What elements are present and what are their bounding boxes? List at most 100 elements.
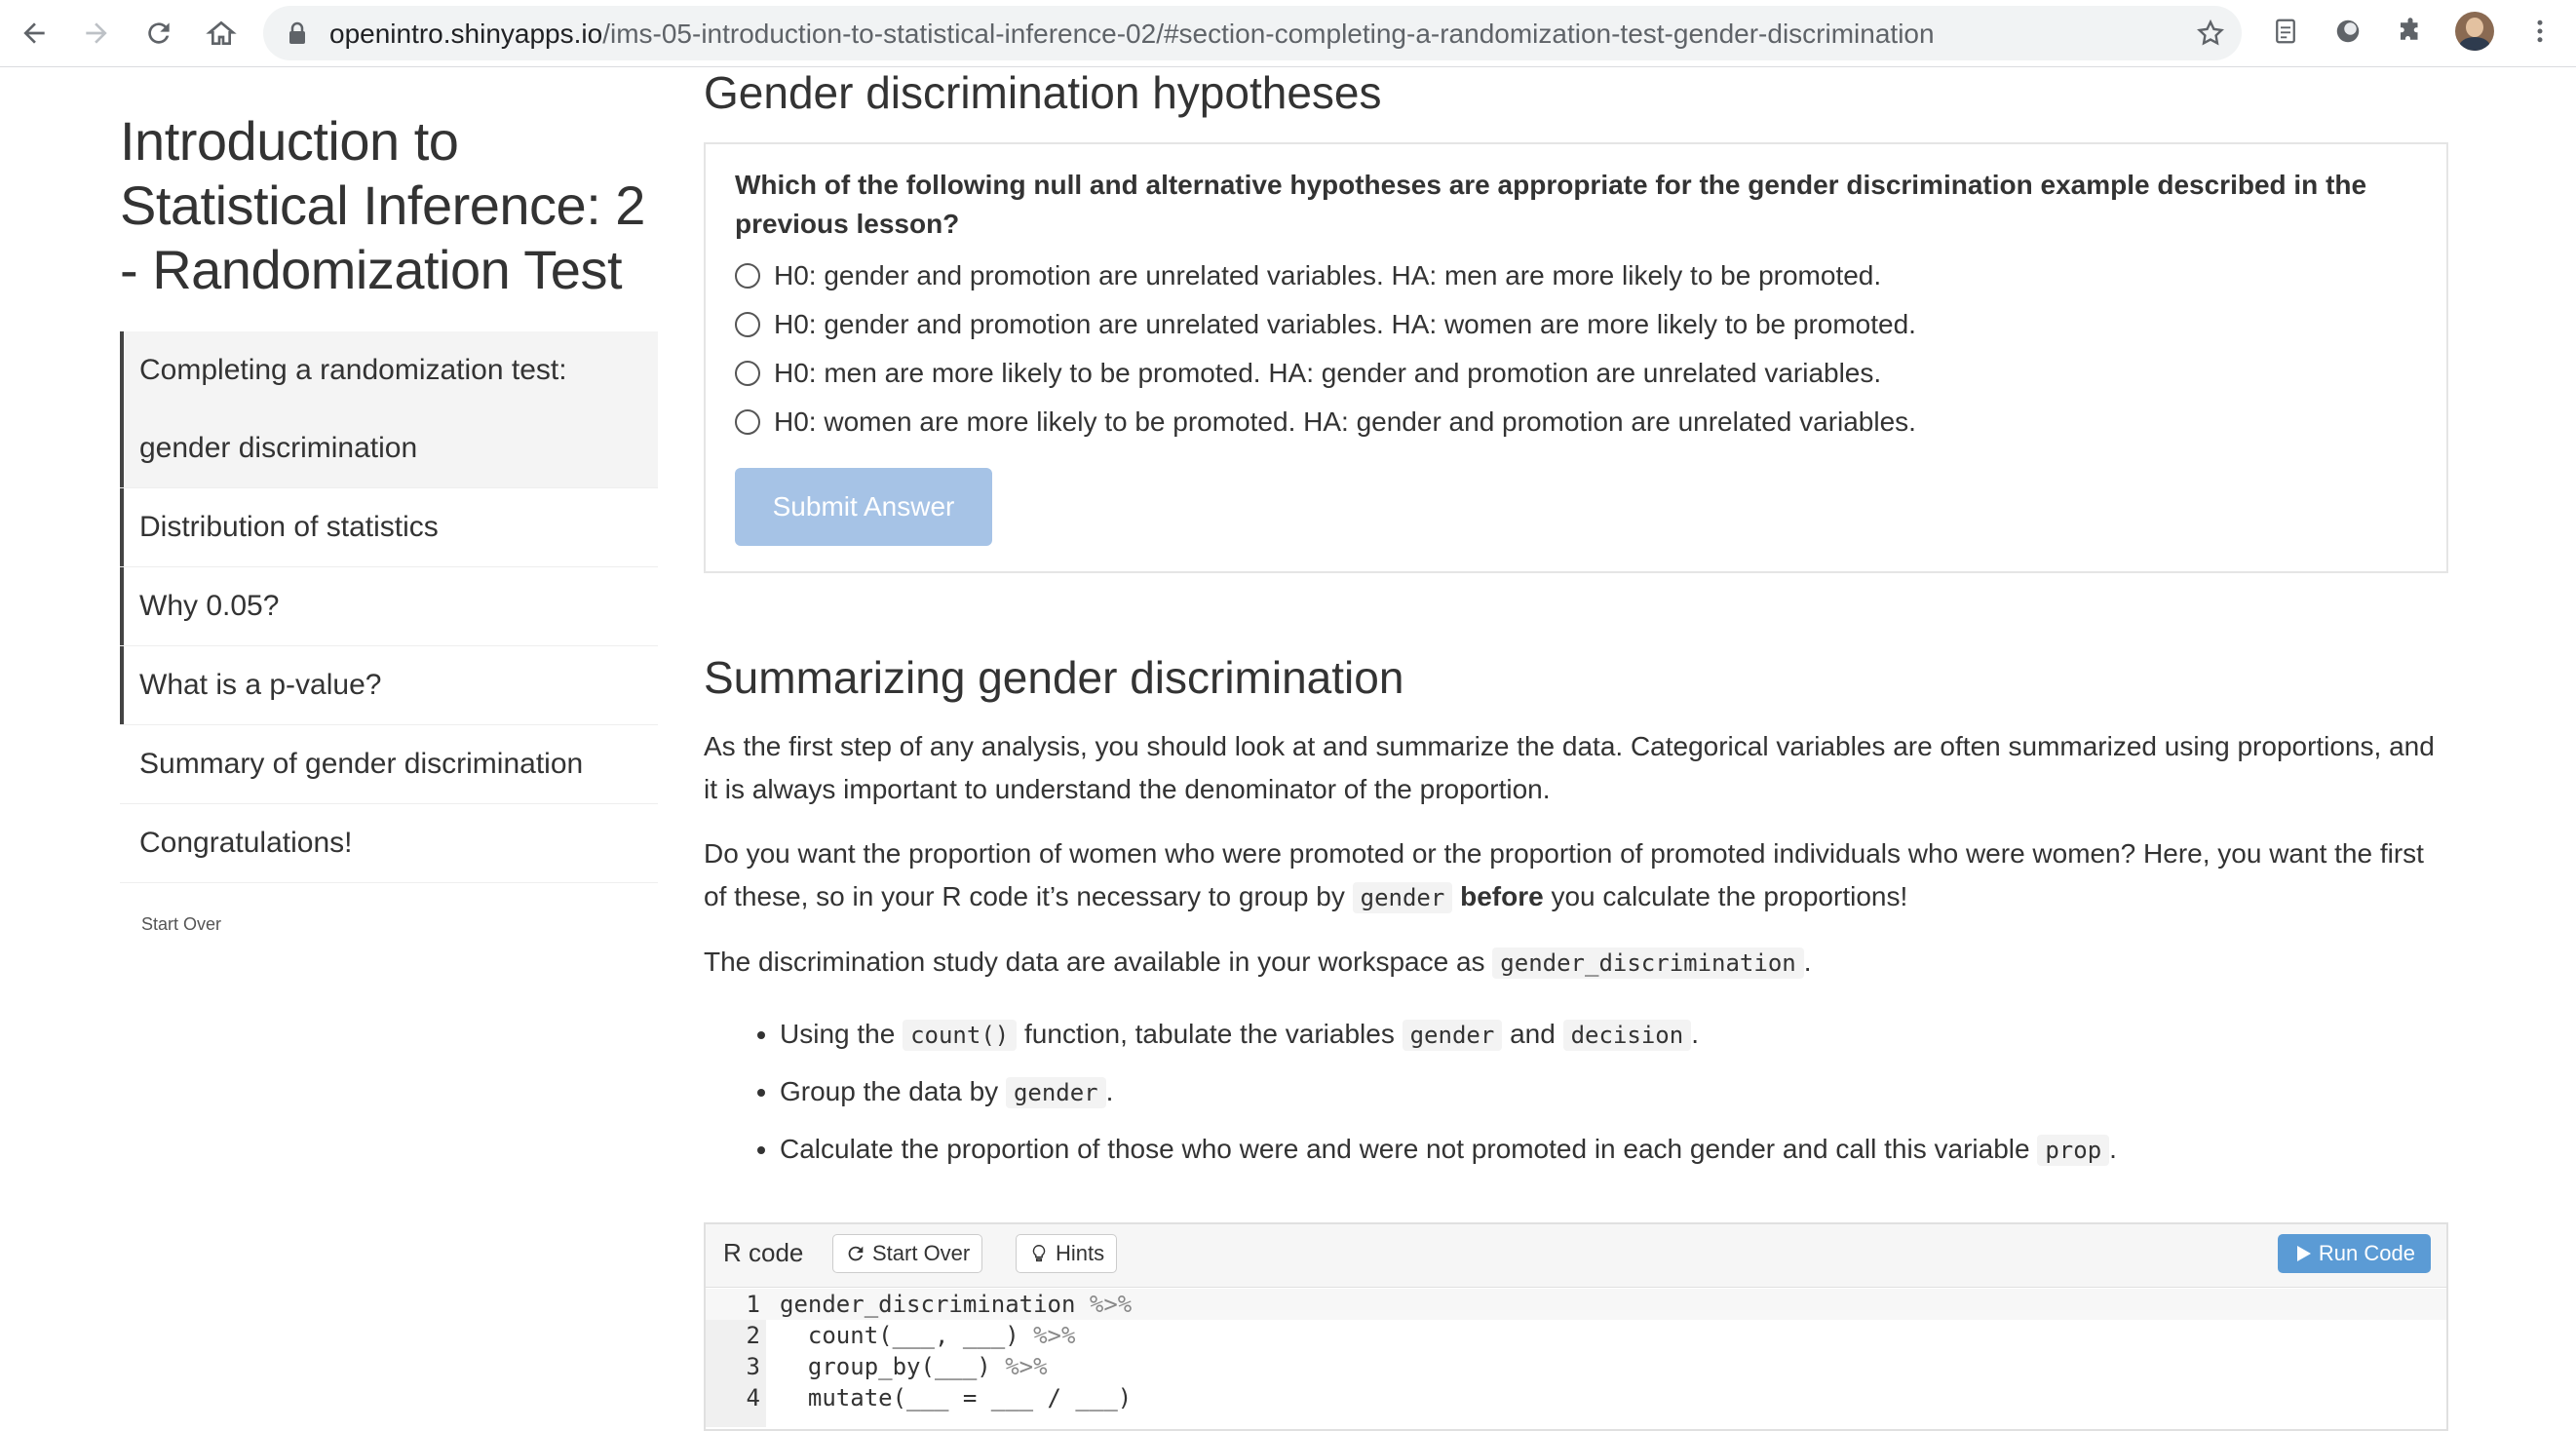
text: The discrimination study data are availa… <box>704 947 1493 977</box>
url-path: /ims-05-introduction-to-statistical-infe… <box>602 19 1935 49</box>
radio-button[interactable] <box>735 263 760 289</box>
toc-item-distribution-of-statistics[interactable]: Distribution of statistics <box>120 488 658 567</box>
instructions-list: Using the count() function, tabulate the… <box>704 1006 2448 1179</box>
code-text: gender_discrimination %>% <box>780 1289 1132 1320</box>
text: . <box>1691 1019 1699 1049</box>
pipe-operator: %>% <box>1019 1322 1076 1349</box>
quiz-question: Which of the following null and alternat… <box>735 170 2367 239</box>
start-over-label: Start Over <box>872 1241 971 1265</box>
back-button[interactable] <box>14 13 55 54</box>
extension-button[interactable] <box>2330 14 2365 49</box>
code-line[interactable]: 1 gender_discrimination %>% <box>706 1289 2446 1320</box>
radio-button[interactable] <box>735 409 760 435</box>
code: mutate(___ = ___ / ___) <box>780 1384 1133 1412</box>
profile-avatar[interactable] <box>2453 10 2496 53</box>
pipe-operator: %>% <box>990 1353 1048 1380</box>
quiz-heading: Gender discrimination hypotheses <box>704 67 1382 118</box>
toc-item-label-line1: Completing a randomization test: <box>139 354 567 386</box>
text: Using the <box>780 1019 904 1049</box>
summary-heading: Summarizing gender discrimination <box>704 652 1404 703</box>
code-line[interactable]: 2 count(___, ___) %>% <box>706 1320 2446 1351</box>
start-over-link[interactable]: Start Over <box>141 914 658 935</box>
code: gender_discrimination <box>780 1291 1076 1318</box>
code: count(___, ___) <box>780 1322 1019 1349</box>
text: Calculate the proportion of those who we… <box>780 1134 2038 1164</box>
code-line[interactable]: 3 group_by(___) %>% <box>706 1351 2446 1382</box>
reload-button[interactable] <box>138 13 179 54</box>
quiz-option[interactable]: H0: men are more likely to be promoted. … <box>735 349 2417 398</box>
radio-button[interactable] <box>735 361 760 386</box>
lock-icon <box>289 21 305 44</box>
list-item: Using the count() function, tabulate the… <box>780 1006 2448 1064</box>
inline-code: gender <box>1352 882 1453 913</box>
text: you calculate the proportions! <box>1543 881 1908 911</box>
data-paragraph: The discrimination study data are availa… <box>704 941 2448 985</box>
toc-item-what-is-p-value[interactable]: What is a p-value? <box>120 646 658 725</box>
toc-item-summary[interactable]: Summary of gender discrimination <box>120 725 658 804</box>
text: function, tabulate the variables <box>1017 1019 1403 1049</box>
puzzle-icon <box>2401 18 2418 40</box>
run-code-button[interactable]: Run Code <box>2277 1234 2431 1273</box>
start-over-button[interactable]: Start Over <box>832 1234 983 1273</box>
avatar <box>2455 12 2494 51</box>
radio-button[interactable] <box>735 312 760 337</box>
extensions-menu-button[interactable] <box>2393 14 2428 49</box>
line-number: 4 <box>746 1384 760 1412</box>
code-text: count(___, ___) %>% <box>780 1320 1076 1351</box>
line-number: 3 <box>746 1353 760 1380</box>
kebab-menu-icon <box>2537 19 2543 43</box>
text: . <box>1803 947 1812 977</box>
toc-item-label: Summary of gender discrimination <box>139 748 584 780</box>
toc-item-label: Congratulations! <box>139 827 353 859</box>
toc-item-congratulations[interactable]: Congratulations! <box>120 804 658 883</box>
line-number: 1 <box>746 1291 760 1318</box>
option-label: H0: gender and promotion are unrelated v… <box>774 260 1882 290</box>
bookmark-star-icon[interactable] <box>2195 18 2226 49</box>
toc-item-label: Why 0.05? <box>139 590 280 622</box>
hints-button[interactable]: Hints <box>1016 1234 1118 1273</box>
browser-toolbar: openintro.shinyapps.io/ims-05-introducti… <box>0 0 2576 67</box>
tutorial-title: Introduction to Statistical Inference: 2… <box>120 110 645 300</box>
quiz-option[interactable]: H0: gender and promotion are unrelated v… <box>735 300 2417 349</box>
reader-mode-button[interactable] <box>2268 14 2303 49</box>
option-label: H0: men are more likely to be promoted. … <box>774 358 1882 388</box>
line-number: 2 <box>746 1322 760 1349</box>
lightbulb-icon <box>1032 1245 1046 1262</box>
hints-label: Hints <box>1056 1241 1105 1265</box>
toc-item-why-005[interactable]: Why 0.05? <box>120 567 658 646</box>
option-label: H0: women are more likely to be promoted… <box>774 406 1916 437</box>
forward-button[interactable] <box>76 13 117 54</box>
intro-paragraph: As the first step of any analysis, you s… <box>704 731 2435 804</box>
play-icon <box>2296 1246 2311 1261</box>
submit-answer-button[interactable]: Submit Answer <box>735 468 992 546</box>
browser-menu-button[interactable] <box>2522 14 2557 49</box>
code-text: group_by(___) %>% <box>780 1351 1048 1382</box>
code-line[interactable]: 4 mutate(___ = ___ / ___) <box>706 1382 2446 1413</box>
toc-item-label: What is a p-value? <box>139 669 382 701</box>
r-code-exercise: R code Start Over Hints Run Code 1 gende… <box>704 1222 2448 1431</box>
quiz-option[interactable]: H0: women are more likely to be promoted… <box>735 398 2417 446</box>
exercise-label: R code <box>723 1238 804 1267</box>
inline-code: prop <box>2037 1135 2110 1166</box>
home-button[interactable] <box>201 13 242 54</box>
main-content: Gender discrimination hypotheses Which o… <box>704 66 2450 1431</box>
reload-icon <box>148 22 170 44</box>
section-list: Completing a randomization test: gender … <box>120 331 658 883</box>
quiz-option[interactable]: H0: gender and promotion are unrelated v… <box>735 251 2417 300</box>
inline-code: count() <box>903 1020 1018 1051</box>
toc-item-label: Distribution of statistics <box>139 511 439 543</box>
address-bar[interactable]: openintro.shinyapps.io/ims-05-introducti… <box>263 6 2242 60</box>
list-item: Group the data by gender. <box>780 1064 2448 1121</box>
url-host: openintro.shinyapps.io <box>329 19 603 49</box>
summary-section: Summarizing gender discrimination As the… <box>704 651 2448 1179</box>
extension-circle-icon <box>2336 19 2360 43</box>
inline-code: gender <box>1005 1077 1106 1108</box>
text: . <box>1105 1076 1114 1106</box>
code-editor[interactable]: 1 gender_discrimination %>% 2 count(___,… <box>706 1289 2446 1427</box>
url-text: openintro.shinyapps.io/ims-05-introducti… <box>329 19 1935 50</box>
code-text: mutate(___ = ___ / ___) <box>780 1382 1132 1413</box>
run-code-label: Run Code <box>2318 1241 2415 1265</box>
text: . <box>2109 1134 2117 1164</box>
exercise-toolbar: R code Start Over Hints Run Code <box>706 1224 2446 1288</box>
toc-item-completing-randomization-test[interactable]: Completing a randomization test: gender … <box>120 331 658 488</box>
